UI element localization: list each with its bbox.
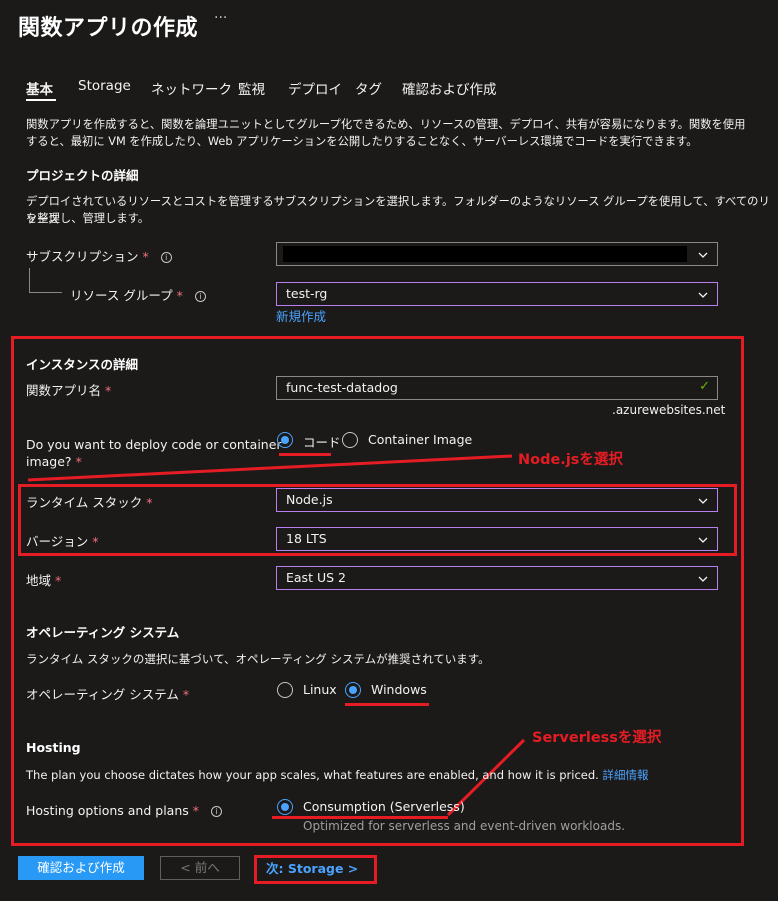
hosting-option-desc: Optimized for serverless and event-drive… [303, 819, 626, 833]
info-icon: i [211, 806, 223, 817]
runtime-stack-label: ランタイム スタック * [26, 495, 153, 510]
os-label: オペレーティング システム * [26, 687, 190, 702]
radio-unselected-icon [277, 682, 293, 698]
radio-selected-icon [277, 799, 293, 815]
hosting-desc: The plan you choose dictates how your ap… [26, 768, 649, 782]
runtime-stack-select[interactable]: Node.js [276, 488, 718, 512]
annotation-arrow-nodejs [27, 454, 513, 482]
hosting-options-label: Hosting options and plans * i [26, 803, 223, 818]
region-label: 地域 * [26, 573, 62, 588]
annotation-nodejs-label: Node.jsを選択 [518, 452, 623, 468]
os-desc: ランタイム スタックの選択に基づいて、オペレーティング システムが推奨されていま… [26, 652, 490, 666]
annotation-serverless-label: Serverlessを選択 [532, 730, 662, 746]
region-select[interactable]: East US 2 [276, 566, 718, 590]
chevron-down-icon [698, 498, 708, 504]
chevron-down-icon [698, 537, 708, 543]
review-create-button[interactable]: 確認および作成 [18, 856, 144, 880]
radio-selected-icon [345, 682, 361, 698]
previous-button[interactable]: < 前へ [160, 856, 240, 880]
hosting-heading: Hosting [26, 740, 81, 755]
os-linux-radio[interactable]: Linux [277, 682, 337, 702]
version-select[interactable]: 18 LTS [276, 527, 718, 551]
os-windows-radio[interactable]: Windows [345, 682, 427, 702]
chevron-down-icon [698, 576, 708, 582]
version-label: バージョン * [26, 534, 99, 549]
learn-more-link[interactable]: 詳細情報 [603, 768, 649, 782]
os-heading: オペレーティング システム [26, 625, 180, 640]
next-storage-button[interactable]: 次: Storage > [266, 858, 358, 877]
annotation-underline-windows [345, 703, 429, 706]
